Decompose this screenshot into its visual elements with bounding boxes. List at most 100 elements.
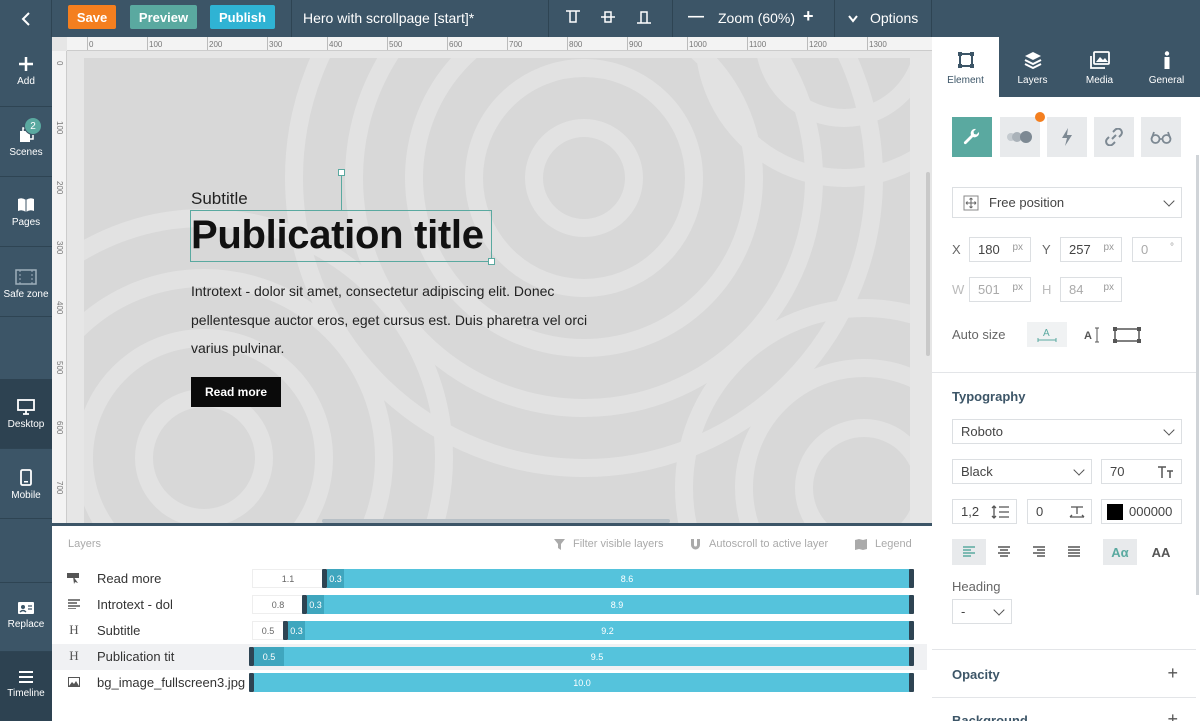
duration-segment[interactable]: 8.9 — [324, 595, 910, 614]
duration-segment[interactable]: 10.0 — [254, 673, 910, 692]
font-family-select[interactable]: Roboto — [952, 419, 1182, 444]
vertical-ruler: 0 100 200 300 400 500 600 700 — [52, 51, 67, 523]
subtitle-text[interactable]: Subtitle — [191, 189, 248, 209]
resize-handle[interactable] — [488, 258, 495, 265]
auto-size-width-button[interactable]: A — [1027, 322, 1067, 347]
sidebar-item-desktop[interactable]: Desktop — [0, 379, 52, 449]
tab-general[interactable]: General — [1133, 37, 1200, 97]
letter-spacing-input[interactable]: 0 — [1027, 499, 1092, 524]
zoom-in-button[interactable]: + — [803, 6, 814, 27]
sidebar-item-pages[interactable]: Pages — [0, 177, 52, 247]
sidebar-item-add[interactable]: Add — [0, 37, 52, 107]
font-size-input[interactable]: 70 — [1101, 459, 1182, 484]
timeline-row[interactable]: Read more 1.1 0.3 8.6 — [52, 566, 927, 592]
timeline-row[interactable]: H Publication tit 0.5 9.5 — [52, 644, 927, 670]
zoom-out-button[interactable]: — — [688, 8, 704, 26]
x-input[interactable]: 180 px — [969, 237, 1031, 262]
preview-button[interactable]: Preview — [130, 5, 197, 29]
sidebar-item-safe-zone[interactable]: Safe zone — [0, 247, 52, 317]
timeline-end-handle[interactable] — [909, 647, 914, 666]
background-expand-button[interactable]: + — [1167, 709, 1178, 721]
text-color-input[interactable]: 000000 — [1101, 499, 1182, 524]
animation-tool-button[interactable] — [1000, 117, 1040, 157]
sidebar-item-mobile[interactable]: Mobile — [0, 449, 52, 519]
timeline-header: Layers Filter visible layers Autoscroll … — [52, 526, 932, 559]
text-icon — [67, 597, 81, 611]
position-mode-select[interactable]: Free position — [952, 187, 1182, 218]
align-right-icon — [1033, 546, 1045, 557]
duration-segment[interactable]: 9.2 — [305, 621, 910, 640]
tab-element[interactable]: Element — [932, 37, 999, 97]
timeline-end-handle[interactable] — [909, 621, 914, 640]
timeline-row[interactable]: H Subtitle 0.5 0.3 9.2 — [52, 618, 927, 644]
filter-visible-layers-toggle[interactable]: Filter visible layers — [554, 538, 663, 550]
auto-size-fixed-button[interactable] — [1112, 322, 1142, 347]
interaction-tool-button[interactable] — [1047, 117, 1087, 157]
heading-level-select[interactable]: - — [952, 599, 1012, 624]
visibility-tool-button[interactable] — [1141, 117, 1181, 157]
settings-tool-button[interactable] — [952, 117, 992, 157]
line-height-input[interactable]: 1,2 — [952, 499, 1017, 524]
align-left-button[interactable] — [952, 539, 986, 565]
font-size-icon — [1158, 466, 1173, 478]
align-center-icon — [998, 546, 1010, 557]
lightning-icon — [1062, 128, 1072, 146]
rotation-input[interactable]: 0 ° — [1132, 237, 1182, 262]
autoscroll-toggle[interactable]: Autoscroll to active layer — [690, 538, 828, 550]
sidebar-item-timeline[interactable]: Timeline — [0, 652, 52, 721]
align-top-icon[interactable] — [564, 8, 582, 26]
font-weight-select[interactable]: Black — [952, 459, 1092, 484]
align-right-button[interactable] — [1022, 539, 1056, 565]
align-center-button[interactable] — [987, 539, 1021, 565]
tab-label: Media — [1085, 75, 1114, 86]
introtext-text[interactable]: Introtext - dolor sit amet, consectetur … — [191, 277, 591, 363]
align-middle-icon[interactable] — [599, 8, 617, 26]
timeline-row[interactable]: bg_image_fullscreen3.jpg 10.0 — [52, 670, 927, 696]
page-artboard[interactable]: Subtitle Publication title Introtext - d… — [84, 58, 910, 523]
opacity-expand-button[interactable]: + — [1167, 663, 1178, 684]
intro-animation-segment[interactable]: 0.3 — [307, 595, 324, 614]
align-justify-button[interactable] — [1057, 539, 1091, 565]
rotate-handle[interactable] — [338, 169, 345, 176]
auto-size-height-button[interactable]: A — [1077, 322, 1107, 347]
delay-segment: 1.1 — [252, 569, 324, 588]
sidebar-item-replace[interactable]: Replace — [0, 582, 52, 652]
height-input[interactable]: 84 px — [1060, 277, 1122, 302]
editor-canvas[interactable]: 0 100 200 300 400 500 600 700 800 900 1000 1100 1200… — [52, 37, 932, 523]
align-bottom-icon[interactable] — [635, 8, 653, 26]
back-button[interactable] — [0, 0, 52, 37]
panel-scrollbar[interactable] — [1196, 155, 1199, 595]
timeline-end-handle[interactable] — [909, 569, 914, 588]
auto-size-label: Auto size — [952, 327, 1006, 342]
link-tool-button[interactable] — [1094, 117, 1134, 157]
timeline-end-handle[interactable] — [909, 595, 914, 614]
legend-toggle[interactable]: Legend — [855, 538, 912, 550]
font-weight-value: Black — [961, 464, 993, 479]
timeline-panel: Layers Filter visible layers Autoscroll … — [52, 523, 932, 721]
publication-title-text[interactable]: Publication title — [191, 213, 484, 258]
case-normal-button[interactable]: Aα — [1103, 539, 1137, 565]
timeline-title: Layers — [68, 538, 102, 550]
canvas-vertical-scrollbar[interactable] — [926, 172, 930, 356]
intro-animation-segment[interactable]: 0.3 — [327, 569, 344, 588]
read-more-button[interactable]: Read more — [191, 377, 281, 407]
intro-animation-segment[interactable]: 0.5 — [254, 647, 284, 666]
tab-layers[interactable]: Layers — [999, 37, 1066, 97]
image-icon — [67, 675, 81, 689]
y-input[interactable]: 257 px — [1060, 237, 1122, 262]
publish-button[interactable]: Publish — [210, 5, 275, 29]
save-button[interactable]: Save — [68, 5, 116, 29]
tab-media[interactable]: Media — [1066, 37, 1133, 97]
timeline-end-handle[interactable] — [909, 673, 914, 692]
width-input[interactable]: 501 px — [969, 277, 1031, 302]
case-upper-button[interactable]: AA — [1144, 539, 1178, 565]
sidebar-item-scenes[interactable]: Scenes — [0, 107, 52, 177]
options-menu[interactable]: Options — [848, 10, 918, 26]
timeline-row[interactable]: Introtext - dol 0.8 0.3 8.9 — [52, 592, 927, 618]
unit-label: px — [1012, 282, 1023, 293]
sidebar-item-label: Safe zone — [3, 289, 49, 300]
duration-segment[interactable]: 9.5 — [284, 647, 910, 666]
intro-animation-segment[interactable]: 0.3 — [288, 621, 305, 640]
color-swatch[interactable] — [1107, 504, 1123, 520]
duration-segment[interactable]: 8.6 — [344, 569, 910, 588]
